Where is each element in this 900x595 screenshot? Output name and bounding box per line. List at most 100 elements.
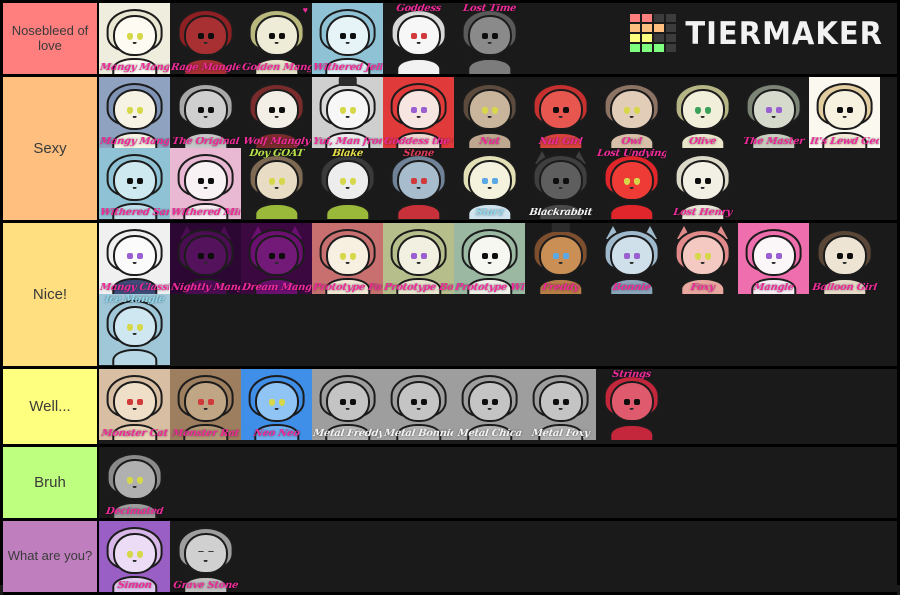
character-eye xyxy=(552,106,559,113)
tier-item[interactable]: Metal Bonnie xyxy=(383,369,454,440)
tier-item[interactable]: Nightly Mangly xyxy=(170,223,241,294)
tier-item[interactable]: The Master xyxy=(738,77,809,148)
tier-item[interactable]: Olive xyxy=(667,77,738,148)
tier-item[interactable]: Ice Mangle xyxy=(99,294,170,365)
character-eye xyxy=(339,398,346,405)
tier-item[interactable]: Metal Foxy xyxy=(525,369,596,440)
tier-item[interactable]: Strings xyxy=(596,369,667,440)
character-eye xyxy=(136,106,143,114)
character-mouth xyxy=(416,40,421,45)
tier-item[interactable]: The Original xyxy=(170,77,241,148)
tier-item[interactable]: Blake xyxy=(312,148,383,219)
tier-item[interactable]: Withered Mint xyxy=(170,148,241,219)
tier-item[interactable]: Dream Mangly xyxy=(241,223,312,294)
tier-item[interactable]: Grave Stone xyxy=(170,521,241,592)
tier-item[interactable]: Mangy Mangly xyxy=(99,77,170,148)
character-eye xyxy=(136,32,143,40)
tier-item[interactable]: Bonnie xyxy=(596,223,667,294)
tier-item[interactable]: Decimated xyxy=(99,447,170,518)
tier-item[interactable]: Withered Sans xyxy=(99,148,170,219)
tier-item[interactable]: Lost Henry xyxy=(667,148,738,219)
tier-items-dropzone[interactable]: Simon Grave Stone xyxy=(99,521,897,592)
tier-label-1[interactable]: Sexy xyxy=(3,77,99,220)
tier-item[interactable]: Monster Rat xyxy=(170,369,241,440)
character-body xyxy=(395,203,442,219)
tier-item[interactable]: Prototype Wing xyxy=(454,223,525,294)
tier-item[interactable]: Metal Freddy xyxy=(312,369,383,440)
character-eye xyxy=(349,252,356,260)
tier-row: Bruh Decimated xyxy=(3,447,897,521)
character-eye xyxy=(481,252,488,259)
tier-item[interactable]: Goddess xyxy=(383,3,454,74)
character-mouth xyxy=(132,484,137,489)
tier-item[interactable]: Simon xyxy=(99,521,170,592)
tier-item[interactable]: Rage Mangle xyxy=(170,3,241,74)
tier-label-5[interactable]: What are you? xyxy=(3,521,99,592)
tier-row: Nosebleed of love Mangy Mangly Rage Mangle… xyxy=(3,3,897,77)
character-mouth xyxy=(345,114,350,119)
character-body xyxy=(111,58,158,74)
tier-item[interactable]: Yui, Man from the Moon xyxy=(312,77,383,148)
tier-item[interactable]: Mangle xyxy=(738,223,809,294)
tier-item[interactable]: Lost Undying xyxy=(596,148,667,219)
character-body xyxy=(608,132,655,148)
character-portrait xyxy=(99,521,170,592)
tier-item[interactable]: Lost Time xyxy=(454,3,525,74)
character-head xyxy=(467,381,512,423)
tier-item[interactable]: Neo Neo xyxy=(241,369,312,440)
tier-item[interactable]: Foxy xyxy=(667,223,738,294)
character-head xyxy=(112,160,157,202)
tier-items-dropzone[interactable]: Mangy Mangly Rage Mangle ♥ Golden Mangle Wit… xyxy=(99,3,897,74)
tier-item[interactable]: Owl xyxy=(596,77,667,148)
tier-item[interactable]: It's Lewd George xyxy=(809,77,880,148)
character-body xyxy=(111,424,158,440)
tier-label-2[interactable]: Nice! xyxy=(3,223,99,366)
tier-item[interactable]: Mangy Classic xyxy=(99,223,170,294)
tier-item[interactable]: Stone xyxy=(383,148,454,219)
tier-item[interactable]: Balloon Girl xyxy=(809,223,880,294)
tier-item[interactable]: Blackrabbit xyxy=(525,148,596,219)
tier-item[interactable]: Freddy xyxy=(525,223,596,294)
character-head xyxy=(183,381,228,423)
heart-icon: ♥ xyxy=(302,5,308,15)
tier-item[interactable]: Wolf Mangly xyxy=(241,77,312,148)
tier-item[interactable]: Nut xyxy=(454,77,525,148)
tier-item[interactable]: Starz xyxy=(454,148,525,219)
tier-item[interactable]: Prototype Bon Bon xyxy=(383,223,454,294)
character-eye xyxy=(349,398,356,405)
character-body xyxy=(679,203,726,219)
tier-items-dropzone[interactable]: Decimated xyxy=(99,447,897,518)
character-head xyxy=(467,160,512,202)
tier-item[interactable]: Nut Girl xyxy=(525,77,596,148)
character-portrait xyxy=(312,223,383,294)
tier-item[interactable]: Withered Jelly xyxy=(312,3,383,74)
tier-label-4[interactable]: Bruh xyxy=(3,447,99,518)
tier-items-dropzone[interactable]: Mangy Classic Nightly Mangly Dream Mangly P… xyxy=(99,223,897,366)
tier-items-dropzone[interactable]: Mangy Mangly The Original Wolf Mangly Yui, … xyxy=(99,77,897,220)
character-portrait xyxy=(383,77,454,148)
character-eye xyxy=(491,252,498,259)
character-body xyxy=(182,576,229,592)
character-mouth xyxy=(558,260,563,265)
character-body xyxy=(466,424,513,440)
tier-item[interactable]: Metal Chica xyxy=(454,369,525,440)
character-mouth xyxy=(132,260,137,265)
character-head xyxy=(396,89,441,131)
tier-item[interactable]: Prototype Fox xyxy=(312,223,383,294)
character-eye xyxy=(491,32,498,39)
character-portrait xyxy=(525,77,596,148)
tier-item[interactable]: Mangy Mangly xyxy=(99,3,170,74)
character-body xyxy=(466,58,513,74)
character-body xyxy=(324,58,371,74)
tier-item[interactable]: Goddess the Queen xyxy=(383,77,454,148)
tier-items-dropzone[interactable]: Monster Cat Monster Rat Neo Neo Metal Fredd… xyxy=(99,369,897,444)
character-portrait xyxy=(312,148,383,219)
character-portrait xyxy=(596,148,667,219)
character-mouth xyxy=(771,114,776,119)
tier-item[interactable]: ♥ Golden Mangle xyxy=(241,3,312,74)
tier-label-0[interactable]: Nosebleed of love xyxy=(3,3,99,74)
tier-item[interactable]: Monster Cat xyxy=(99,369,170,440)
character-head xyxy=(325,235,370,277)
tier-label-3[interactable]: Well... xyxy=(3,369,99,444)
tier-item[interactable]: Doy GOAT xyxy=(241,148,312,219)
